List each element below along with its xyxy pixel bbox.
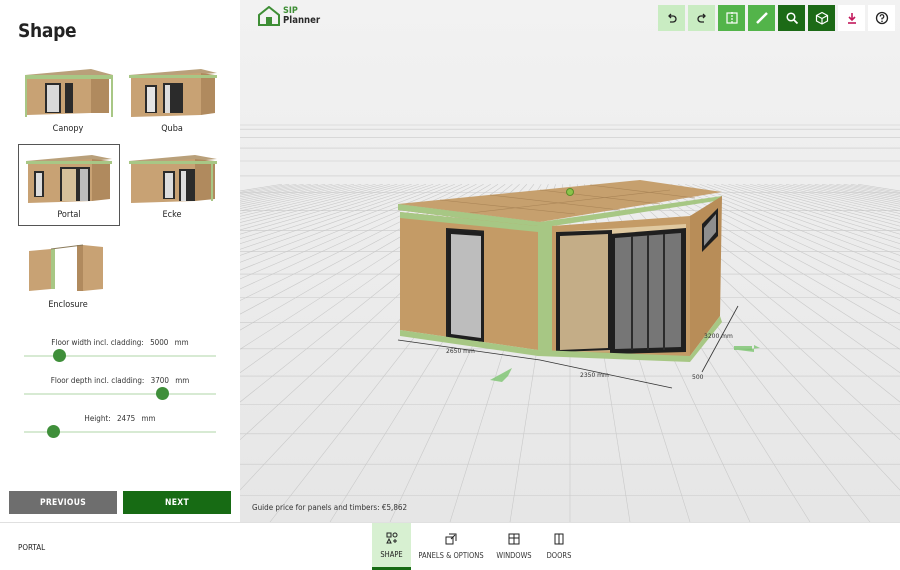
building-model <box>398 180 722 362</box>
slider-label: Height: <box>84 414 111 423</box>
3d-scene[interactable] <box>240 0 900 522</box>
tab-label: SHAPE <box>380 549 403 559</box>
logo-line-2: Planner <box>283 15 321 26</box>
tab-shape[interactable]: SHAPE <box>372 523 411 570</box>
zoom-button[interactable] <box>778 5 805 31</box>
shape-label: Canopy <box>52 124 84 134</box>
3d-view-icon <box>815 11 828 25</box>
slider-track[interactable] <box>24 387 216 400</box>
slider-thumb[interactable] <box>156 387 170 400</box>
slider-thumb[interactable] <box>46 425 60 438</box>
guide-price: Guide price for panels and timbers: €5,8… <box>252 503 408 512</box>
sidebar: Shape Canopy Quba Portal Ecke Enclosure … <box>0 0 240 522</box>
3d-view-button[interactable] <box>808 5 835 31</box>
zoom-icon <box>785 12 798 25</box>
canopy-thumbnail <box>25 69 113 117</box>
tab-panels-options[interactable]: PANELS & OPTIONS <box>416 523 486 570</box>
tab-label: WINDOWS <box>496 551 532 560</box>
shape-option-portal[interactable]: Portal <box>18 144 120 226</box>
floor-width-slider[interactable]: Floor width incl. cladding: 5000 mm <box>24 338 216 362</box>
dim-small-label: 500 <box>692 374 704 381</box>
slider-unit: mm <box>174 338 189 347</box>
height-slider[interactable]: Height: 2475 mm <box>24 414 216 438</box>
dim-right-label: 2350 mm <box>580 372 609 379</box>
previous-button[interactable]: PREVIOUS <box>9 491 117 514</box>
download-button[interactable] <box>838 5 865 31</box>
quba-thumbnail <box>129 69 217 117</box>
undo-button[interactable] <box>658 5 685 31</box>
dim-left-label: 2650 mm <box>446 348 475 355</box>
shape-option-ecke[interactable]: Ecke <box>122 144 222 224</box>
sidebar-title: Shape <box>18 20 77 42</box>
enclosure-thumbnail <box>29 244 103 291</box>
toolbar <box>658 5 895 31</box>
3d-viewport[interactable]: 2650 mm 2350 mm 3200 mm 500 SIP Planner <box>240 0 900 522</box>
shape-option-canopy[interactable]: Canopy <box>18 58 118 138</box>
slider-track[interactable] <box>24 349 216 362</box>
dim-depth-label: 3200 mm <box>704 333 733 340</box>
mirror-button[interactable] <box>718 5 745 31</box>
redo-button[interactable] <box>688 5 715 31</box>
measure-icon <box>755 12 768 24</box>
window-icon <box>508 533 520 545</box>
bottom-navigation: PORTAL SHAPE PANELS & OPTIONS WINDOWS DO… <box>0 522 900 570</box>
slider-track[interactable] <box>24 425 216 438</box>
next-button[interactable]: NEXT <box>123 491 231 514</box>
current-shape-label: PORTAL <box>18 543 46 552</box>
redo-icon <box>696 13 706 23</box>
door-icon <box>554 533 564 545</box>
sip-planner-logo: SIP Planner <box>258 6 320 26</box>
shapes-icon <box>385 532 397 543</box>
ecke-thumbnail <box>129 155 217 203</box>
floor-depth-slider[interactable]: Floor depth incl. cladding: 3700 mm <box>24 376 216 400</box>
download-icon <box>847 13 856 24</box>
shape-option-enclosure[interactable]: Enclosure <box>18 230 118 312</box>
shape-label: Portal <box>57 210 81 220</box>
measure-button[interactable] <box>748 5 775 31</box>
tab-windows[interactable]: WINDOWS <box>493 523 535 570</box>
slider-value: 2475 <box>116 414 136 423</box>
slider-unit: mm <box>141 414 156 423</box>
undo-icon <box>667 13 677 23</box>
slider-value: 5000 <box>150 338 169 347</box>
tab-doors[interactable]: DOORS <box>541 523 577 570</box>
shape-label: Quba <box>161 124 183 134</box>
shape-option-quba[interactable]: Quba <box>122 58 222 138</box>
mirror-icon <box>725 12 738 24</box>
shape-label: Ecke <box>162 210 182 220</box>
help-icon <box>875 11 888 25</box>
tab-label: PANELS & OPTIONS <box>418 551 484 560</box>
help-button[interactable] <box>868 5 895 31</box>
slider-label: Floor width incl. cladding: <box>51 338 144 347</box>
panels-icon <box>445 533 457 545</box>
slider-value: 3700 <box>150 376 169 385</box>
shape-label: Enclosure <box>48 300 88 310</box>
slider-thumb[interactable] <box>52 349 66 362</box>
slider-label: Floor depth incl. cladding: <box>50 376 145 385</box>
tab-label: DOORS <box>546 551 572 560</box>
slider-unit: mm <box>175 376 190 385</box>
house-logo-icon <box>258 6 280 26</box>
portal-thumbnail <box>26 155 112 203</box>
